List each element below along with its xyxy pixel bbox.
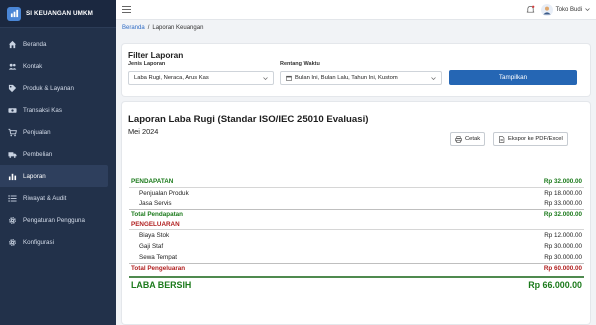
truck-icon bbox=[8, 151, 17, 158]
sidebar-item-label: Riwayat & Audit bbox=[23, 194, 67, 202]
sidebar-item-kontak[interactable]: Kontak bbox=[0, 55, 116, 77]
sidebar-item-beranda[interactable]: Beranda bbox=[0, 33, 116, 55]
table-row-expense-header: PENGELUARAN bbox=[129, 220, 584, 231]
row-amount: Rp 32.000.00 bbox=[543, 211, 582, 219]
net-profit-label: LABA BERSIH bbox=[131, 279, 192, 290]
row-amount: Rp 32.000.00 bbox=[543, 178, 582, 186]
income-statement-table: PENDAPATAN Rp 32.000.00 Penjualan Produk… bbox=[129, 177, 584, 291]
table-row-net-profit: LABA BERSIH Rp 66.000.00 bbox=[129, 276, 584, 291]
tag-icon bbox=[8, 84, 17, 92]
breadcrumb: Beranda / Laporan Keuangan bbox=[116, 20, 596, 36]
table-row: Gaji Staf Rp 30.000.00 bbox=[129, 241, 584, 252]
row-label: Biaya Stok bbox=[139, 232, 170, 240]
main-content: Toko Budi Beranda / Laporan Keuangan Fil… bbox=[116, 0, 596, 325]
report-type-select[interactable]: Laba Rugi, Neraca, Arus Kas bbox=[128, 71, 274, 85]
row-amount: Rp 30.000.00 bbox=[544, 253, 582, 261]
brand[interactable]: SI KEUANGAN UMKM bbox=[0, 0, 116, 28]
export-button[interactable]: Ekspor ke PDF/Excel bbox=[493, 132, 568, 146]
table-row: Sewa Tempat Rp 30.000.00 bbox=[129, 252, 584, 263]
date-range-value: Bulan Ini, Bulan Lalu, Tahun Ini, Kustom bbox=[295, 75, 398, 81]
row-label: Gaji Staf bbox=[139, 242, 164, 250]
report-type-label: Jenis Laporan bbox=[128, 61, 166, 67]
date-range-label: Rentang Waktu bbox=[280, 61, 320, 67]
breadcrumb-home-link[interactable]: Beranda bbox=[122, 25, 145, 31]
sidebar-item-transaksi-kas[interactable]: Transaksi Kas bbox=[0, 99, 116, 121]
sidebar-item-label: Transaksi Kas bbox=[23, 106, 62, 114]
sidebar-item-label: Pengaturan Pengguna bbox=[23, 216, 85, 224]
sidebar-item-produk[interactable]: Produk & Layanan bbox=[0, 77, 116, 99]
sidebar-item-label: Laporan bbox=[23, 172, 46, 180]
bell-icon[interactable] bbox=[526, 5, 535, 14]
printer-icon bbox=[455, 135, 462, 143]
chevron-down-icon bbox=[585, 8, 590, 11]
net-profit-amount: Rp 66.000.00 bbox=[528, 279, 582, 290]
report-title: Laporan Laba Rugi (Standar ISO/IEC 25010… bbox=[128, 114, 369, 125]
report-type-value: Laba Rugi, Neraca, Arus Kas bbox=[134, 75, 209, 81]
gear-icon bbox=[9, 238, 16, 246]
sidebar-item-label: Produk & Layanan bbox=[23, 84, 74, 92]
table-row: Jasa Servis Rp 33.000.00 bbox=[129, 198, 584, 209]
app-logo-icon bbox=[7, 6, 21, 21]
print-button-label: Cetak bbox=[465, 136, 481, 142]
sidebar-item-riwayat-audit[interactable]: Riwayat & Audit bbox=[0, 187, 116, 209]
cash-icon bbox=[8, 107, 17, 113]
filter-panel: Filter Laporan Jenis Laporan Laba Rugi, … bbox=[122, 44, 590, 96]
calendar-icon bbox=[286, 75, 292, 81]
document-icon bbox=[499, 135, 505, 143]
topbar: Toko Budi bbox=[116, 0, 596, 20]
home-icon bbox=[8, 40, 17, 48]
sidebar-item-label: Pembelian bbox=[23, 150, 53, 158]
breadcrumb-current: Laporan Keuangan bbox=[152, 25, 204, 31]
show-report-button[interactable]: Tampilkan bbox=[449, 70, 577, 85]
sidebar: SI KEUANGAN UMKM Beranda Kontak Produk &… bbox=[0, 0, 116, 325]
user-name: Toko Budi bbox=[555, 6, 582, 13]
export-button-label: Ekspor ke PDF/Excel bbox=[508, 136, 563, 142]
row-amount: Rp 60.000.00 bbox=[543, 264, 582, 272]
row-amount: Rp 18.000.00 bbox=[544, 189, 582, 197]
table-row: Biaya Stok Rp 12.000.00 bbox=[129, 230, 584, 241]
row-label: Penjualan Produk bbox=[139, 189, 189, 197]
sidebar-item-label: Konfigurasi bbox=[23, 238, 54, 246]
chevron-down-icon bbox=[263, 77, 268, 80]
filter-title: Filter Laporan bbox=[128, 50, 184, 60]
topbar-right: Toko Budi bbox=[526, 3, 590, 16]
sidebar-item-konfigurasi[interactable]: Konfigurasi bbox=[0, 231, 116, 253]
report-panel: Laporan Laba Rugi (Standar ISO/IEC 25010… bbox=[122, 102, 590, 324]
brand-title: SI KEUANGAN UMKM bbox=[26, 10, 94, 17]
row-label: PENDAPATAN bbox=[131, 178, 174, 186]
sidebar-item-label: Beranda bbox=[23, 40, 47, 48]
table-row-total-income: Total Pendapatan Rp 32.000.00 bbox=[129, 209, 584, 220]
sidebar-item-pembelian[interactable]: Pembelian bbox=[0, 143, 116, 165]
chevron-down-icon bbox=[431, 77, 436, 80]
gear-icon bbox=[9, 216, 16, 224]
row-label: PENGELUARAN bbox=[131, 221, 180, 229]
users-icon bbox=[8, 63, 17, 70]
bar-chart-icon bbox=[8, 173, 17, 180]
row-label: Sewa Tempat bbox=[139, 253, 178, 261]
table-row-total-expense: Total Pengeluaran Rp 60.000.00 bbox=[129, 262, 584, 274]
table-row: Penjualan Produk Rp 18.000.00 bbox=[129, 188, 584, 199]
print-button[interactable]: Cetak bbox=[450, 132, 486, 146]
table-row-income-header: PENDAPATAN Rp 32.000.00 bbox=[129, 177, 584, 188]
sidebar-item-pengaturan-pengguna[interactable]: Pengaturan Pengguna bbox=[0, 209, 116, 231]
menu-toggle-icon[interactable] bbox=[122, 5, 131, 14]
sidebar-item-penjualan[interactable]: Penjualan bbox=[0, 121, 116, 143]
app-window: SI KEUANGAN UMKM Beranda Kontak Produk &… bbox=[0, 0, 596, 325]
sidebar-item-label: Penjualan bbox=[23, 128, 51, 136]
list-icon bbox=[8, 194, 17, 202]
row-label: Total Pendapatan bbox=[131, 211, 184, 219]
row-amount: Rp 33.000.00 bbox=[544, 200, 582, 208]
row-amount: Rp 12.000.00 bbox=[544, 232, 582, 240]
cart-icon bbox=[8, 128, 17, 136]
avatar bbox=[540, 3, 553, 16]
row-label: Total Pengeluaran bbox=[131, 264, 186, 272]
date-range-select[interactable]: Bulan Ini, Bulan Lalu, Tahun Ini, Kustom bbox=[280, 71, 442, 85]
sidebar-item-laporan[interactable]: Laporan bbox=[0, 165, 108, 187]
sidebar-item-label: Kontak bbox=[23, 62, 43, 70]
row-amount: Rp 30.000.00 bbox=[544, 242, 582, 250]
sidebar-nav: Beranda Kontak Produk & Layanan Transaks… bbox=[0, 28, 116, 253]
breadcrumb-separator: / bbox=[147, 25, 150, 31]
user-menu[interactable]: Toko Budi bbox=[540, 3, 590, 16]
row-label: Jasa Servis bbox=[139, 200, 172, 208]
